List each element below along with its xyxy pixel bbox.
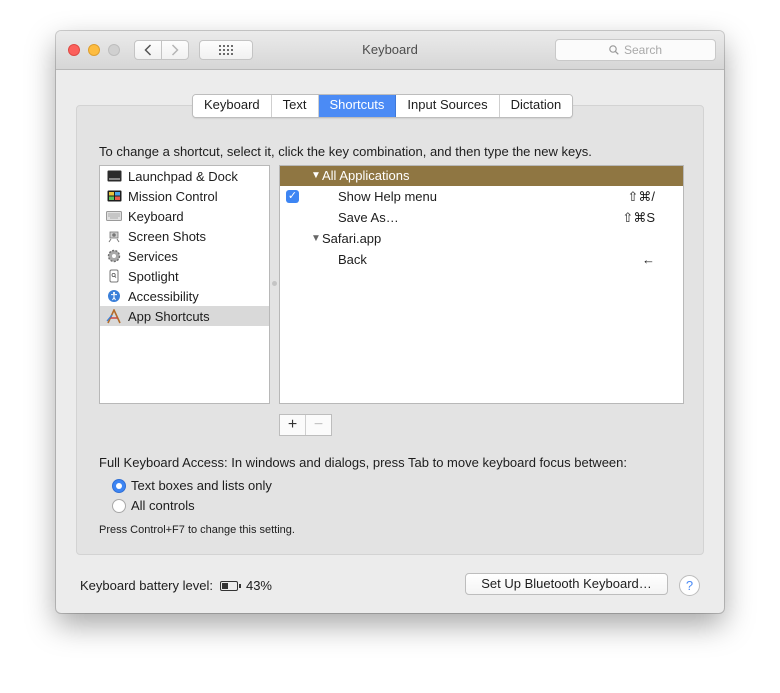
remove-shortcut-button[interactable]: − [305,415,331,435]
group-label: Safari.app [322,231,382,246]
battery-label: Keyboard battery level: [80,578,213,593]
group-label: All Applications [322,168,410,183]
split-view-handle[interactable] [272,281,277,286]
shortcut-list: ▼ All Applications ✓ Show Help menu ⇧⌘/ … [279,165,684,404]
tab-shortcuts[interactable]: Shortcuts [318,95,397,117]
instructions-text: To change a shortcut, select it, click t… [99,144,592,159]
tab-text[interactable]: Text [271,95,319,117]
help-button[interactable]: ? [679,575,700,596]
battery-level-row: Keyboard battery level: 43% [80,578,272,593]
shortcut-label: Save As… [338,210,399,225]
gear-icon [106,249,122,263]
category-label: Keyboard [128,208,184,224]
radio-button[interactable] [112,498,126,513]
disclosure-triangle-icon[interactable]: ▼ [311,228,321,249]
category-label: Accessibility [128,288,199,304]
radio-all-controls[interactable]: All controls [112,498,195,513]
category-screen-shots[interactable]: Screen Shots [100,226,269,246]
shortcut-show-help-menu[interactable]: ✓ Show Help menu ⇧⌘/ [280,186,683,207]
disclosure-triangle-icon[interactable]: ▼ [311,166,321,186]
keyboard-icon [106,209,122,223]
shortcut-label: Show Help menu [338,189,437,204]
spotlight-icon [106,269,122,283]
category-services[interactable]: Services [100,246,269,266]
shortcut-label: Back [338,252,367,267]
radio-label: Text boxes and lists only [131,478,272,493]
title-bar: Keyboard Search [56,31,724,70]
add-shortcut-button[interactable]: + [280,415,305,435]
group-all-applications[interactable]: ▼ All Applications [280,166,683,186]
keyboard-preferences-window: Keyboard Search Keyboard Text Shortcuts … [56,31,724,613]
shortcut-keys[interactable]: ← [642,249,655,270]
search-field[interactable]: Search [555,39,716,61]
radio-text-boxes-lists[interactable]: Text boxes and lists only [112,478,272,493]
setup-bluetooth-keyboard-button[interactable]: Set Up Bluetooth Keyboard… [465,573,668,595]
shortcut-back[interactable]: Back ← [280,249,683,270]
checkmark-icon[interactable]: ✓ [286,190,299,203]
group-safari-app[interactable]: ▼ Safari.app [280,228,683,249]
shortcut-keys[interactable]: ⇧⌘/ [627,186,655,207]
tab-dictation[interactable]: Dictation [499,95,573,117]
category-label: App Shortcuts [128,308,210,324]
app-shortcuts-icon [106,308,122,323]
screenshot-icon [106,229,122,243]
keyboard-access-hint: Press Control+F7 to change this setting. [99,524,295,536]
search-placeholder: Search [623,43,663,57]
tab-keyboard[interactable]: Keyboard [193,95,272,117]
shortcut-keys[interactable]: ⇧⌘S [622,207,655,228]
category-mission-control[interactable]: Mission Control [100,186,269,206]
launchpad-dock-icon [106,169,122,183]
accessibility-icon [106,289,122,303]
category-label: Launchpad & Dock [128,168,238,184]
full-keyboard-access-label: Full Keyboard Access: In windows and dia… [99,455,627,470]
radio-button-selected[interactable] [112,478,126,493]
category-accessibility[interactable]: Accessibility [100,286,269,306]
mission-control-icon [106,189,122,203]
category-label: Mission Control [128,188,218,204]
category-launchpad-dock[interactable]: Launchpad & Dock [100,166,269,186]
category-label: Spotlight [128,268,179,284]
category-spotlight[interactable]: Spotlight [100,266,269,286]
add-remove-control: + − [279,414,332,436]
shortcut-save-as[interactable]: Save As… ⇧⌘S [280,207,683,228]
category-app-shortcuts[interactable]: App Shortcuts [100,306,269,326]
search-icon [609,45,619,55]
category-label: Services [128,248,178,264]
battery-percent: 43% [245,578,272,593]
tab-bar: Keyboard Text Shortcuts Input Sources Di… [192,94,574,118]
category-list: Launchpad & Dock Mission Control Keyboar… [99,165,270,404]
category-keyboard[interactable]: Keyboard [100,206,269,226]
battery-icon [219,580,241,591]
category-label: Screen Shots [128,228,207,244]
tab-input-sources[interactable]: Input Sources [396,95,500,117]
radio-label: All controls [131,498,195,513]
